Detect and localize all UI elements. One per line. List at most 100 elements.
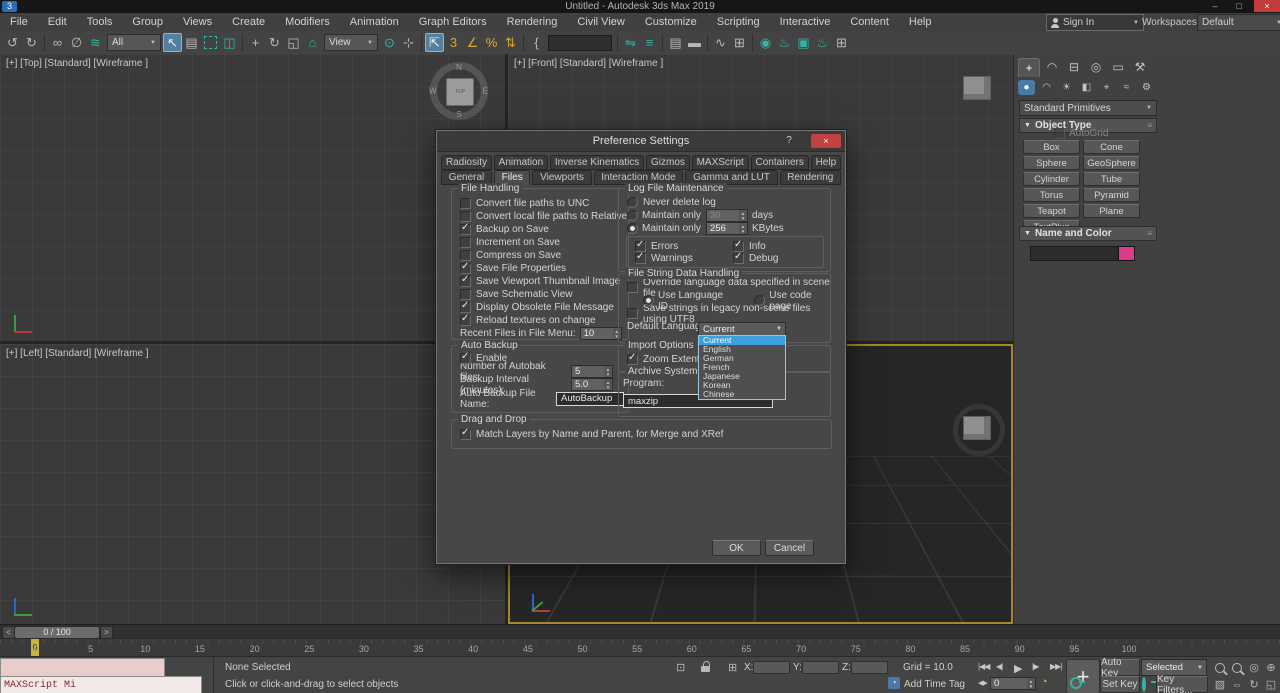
viewcube-top-face[interactable]: TOP <box>446 78 474 106</box>
material-editor-icon[interactable]: ◉ <box>756 33 775 52</box>
interval-spinner[interactable]: 5.0 ▲▼ <box>571 378 613 391</box>
select-and-move-icon[interactable]: + <box>246 33 265 52</box>
backup-name-field[interactable]: AutoBackup <box>556 392 624 406</box>
layer-explorer-icon[interactable]: ▤ <box>666 33 685 52</box>
maximize-viewport-icon[interactable]: ◱ <box>1263 677 1279 692</box>
object-name-field[interactable] <box>1030 246 1120 261</box>
snaps-toggle-icon[interactable]: ⇱ <box>425 33 444 52</box>
menu-scripting[interactable]: Scripting <box>707 16 770 28</box>
rectangular-selection-region-icon[interactable] <box>201 33 220 52</box>
maintain-kbytes-radio[interactable]: Maintain only 256 ▲▼ KBytes <box>619 222 830 235</box>
menu-group[interactable]: Group <box>122 16 173 28</box>
menu-rendering[interactable]: Rendering <box>497 16 568 28</box>
minimize-button[interactable]: – <box>1204 0 1226 12</box>
viewcube-compass[interactable]: N S W E TOP <box>430 62 488 120</box>
schematic-view-icon[interactable]: ⊞ <box>730 33 749 52</box>
use-language-id-radio[interactable] <box>643 295 654 306</box>
dialog-tab-containers[interactable]: Containers <box>751 155 809 170</box>
create-tab[interactable]: + <box>1018 58 1040 77</box>
save-viewport-thumbnail-image-checkbox[interactable]: Save Viewport Thumbnail Image <box>452 275 628 288</box>
menu-animation[interactable]: Animation <box>340 16 409 28</box>
primitive-category-dropdown[interactable]: Standard Primitives ▼ <box>1019 100 1157 116</box>
dialog-tab-help[interactable]: Help <box>811 155 841 170</box>
convert-file-paths-to-unc-checkbox[interactable]: Convert file paths to UNC <box>452 197 628 210</box>
menu-customize[interactable]: Customize <box>635 16 707 28</box>
cylinder-button[interactable]: Cylinder <box>1023 172 1080 186</box>
menu-graph-editors[interactable]: Graph Editors <box>409 16 497 28</box>
lights-icon[interactable]: ☀ <box>1058 80 1075 95</box>
menu-help[interactable]: Help <box>899 16 942 28</box>
ribbon-toggle-icon[interactable]: ▬ <box>685 33 704 52</box>
space-warps-icon[interactable]: ≈ <box>1118 80 1135 95</box>
dialog-tab-gizmos[interactable]: Gizmos <box>646 155 690 170</box>
cameras-icon[interactable]: ◧ <box>1078 80 1095 95</box>
spinner-arrows-icon[interactable]: ▲▼ <box>739 223 747 234</box>
compass-north[interactable]: N <box>456 63 462 72</box>
key-filter-icon[interactable] <box>1142 679 1146 690</box>
next-frame-button[interactable]: |▶ <box>1032 662 1038 671</box>
key-filters-button[interactable]: Key Filters... <box>1156 676 1208 693</box>
dialog-tab-rendering[interactable]: Rendering <box>780 170 842 185</box>
plane-button[interactable]: Plane <box>1083 204 1140 218</box>
viewport-left-label[interactable]: [+] [Left] [Standard] [Wireframe ] <box>6 348 149 359</box>
systems-icon[interactable]: ⚙ <box>1138 80 1155 95</box>
utf8-checkbox[interactable]: Save strings in legacy non-scene files u… <box>619 307 830 320</box>
go-to-start-button[interactable]: |◀◀ <box>978 662 989 671</box>
zoom-all-icon[interactable] <box>1229 660 1245 675</box>
compress-on-save-checkbox[interactable]: Compress on Save <box>452 249 628 262</box>
compass-east[interactable]: E <box>483 87 488 96</box>
select-and-manipulate-icon[interactable]: ⊹ <box>399 33 418 52</box>
display-tab[interactable]: ▭ <box>1108 58 1128 76</box>
menu-civil-view[interactable]: Civil View <box>567 16 634 28</box>
close-button[interactable]: × <box>1254 0 1280 12</box>
shapes-icon[interactable]: ◠ <box>1038 80 1055 95</box>
modify-tab[interactable]: ◠ <box>1042 58 1062 76</box>
spinner-arrows-icon[interactable]: ▲▼ <box>1027 678 1035 689</box>
never-delete-radio[interactable]: Never delete log <box>619 196 830 209</box>
maintain-days-radio[interactable]: Maintain only 30 ▲▼ days <box>619 209 830 222</box>
isolate-selection-icon[interactable]: ⊡ <box>676 661 685 674</box>
render-setup-icon[interactable]: ♨ <box>775 33 794 52</box>
kbytes-spinner[interactable]: 256 ▲▼ <box>706 222 748 235</box>
helpers-icon[interactable]: ⌖ <box>1098 80 1115 95</box>
sphere-button[interactable]: Sphere <box>1023 156 1080 170</box>
sign-in-button[interactable]: Sign In ▼ <box>1046 14 1144 31</box>
toggle-key-mode-button[interactable]: + <box>1066 659 1100 693</box>
backup-on-save-checkbox[interactable]: Backup on Save <box>452 223 628 236</box>
redo-icon[interactable]: ↻ <box>22 33 41 52</box>
dialog-tab-radiosity[interactable]: Radiosity <box>441 155 492 170</box>
x-coordinate-field[interactable] <box>753 661 790 674</box>
dialog-help-button[interactable]: ? <box>781 134 797 148</box>
default-language-dropdown[interactable]: Current ▼ <box>698 322 786 336</box>
play-button[interactable]: ▶ <box>1014 662 1021 675</box>
dialog-tab-inverse-kinematics[interactable]: Inverse Kinematics <box>550 155 644 170</box>
menu-modifiers[interactable]: Modifiers <box>275 16 340 28</box>
maxscript-mini-listener[interactable] <box>0 658 165 677</box>
menu-interactive[interactable]: Interactive <box>770 16 841 28</box>
mirror-icon[interactable]: ⇋ <box>621 33 640 52</box>
select-and-rotate-icon[interactable]: ↻ <box>265 33 284 52</box>
spinner-arrows-icon[interactable]: ▲▼ <box>604 379 612 390</box>
dialog-tab-viewports[interactable]: Viewports <box>532 170 591 185</box>
z-coordinate-field[interactable] <box>851 661 888 674</box>
maxscript-listener-field[interactable]: MAXScript Mi <box>0 676 202 693</box>
geometry-icon[interactable]: ● <box>1018 80 1035 95</box>
motion-tab[interactable]: ◎ <box>1086 58 1106 76</box>
selection-filter-dropdown[interactable]: All▼ <box>107 34 161 51</box>
snap-3d-icon[interactable]: 3 <box>444 33 463 52</box>
menu-content[interactable]: Content <box>840 16 899 28</box>
bind-to-space-warp-icon[interactable]: ≋ <box>86 33 105 52</box>
add-time-tag[interactable]: Add Time Tag <box>904 679 965 690</box>
maximize-button[interactable]: □ <box>1228 0 1250 12</box>
named-selection-sets-field[interactable] <box>548 35 612 51</box>
recent-files-spinner[interactable]: 10 ▲▼ <box>580 327 622 340</box>
y-coordinate-field[interactable] <box>802 661 839 674</box>
viewport-front-label[interactable]: [+] [Front] [Standard] [Wireframe ] <box>514 58 663 69</box>
select-and-place-icon[interactable]: ⌂ <box>303 33 322 52</box>
menu-edit[interactable]: Edit <box>38 16 77 28</box>
cone-button[interactable]: Cone <box>1083 140 1140 154</box>
select-object-icon[interactable]: ↖ <box>163 33 182 52</box>
curve-editor-icon[interactable]: ∿ <box>711 33 730 52</box>
dialog-close-button[interactable]: × <box>811 134 841 148</box>
autobak-spinner[interactable]: 5 ▲▼ <box>571 365 613 378</box>
